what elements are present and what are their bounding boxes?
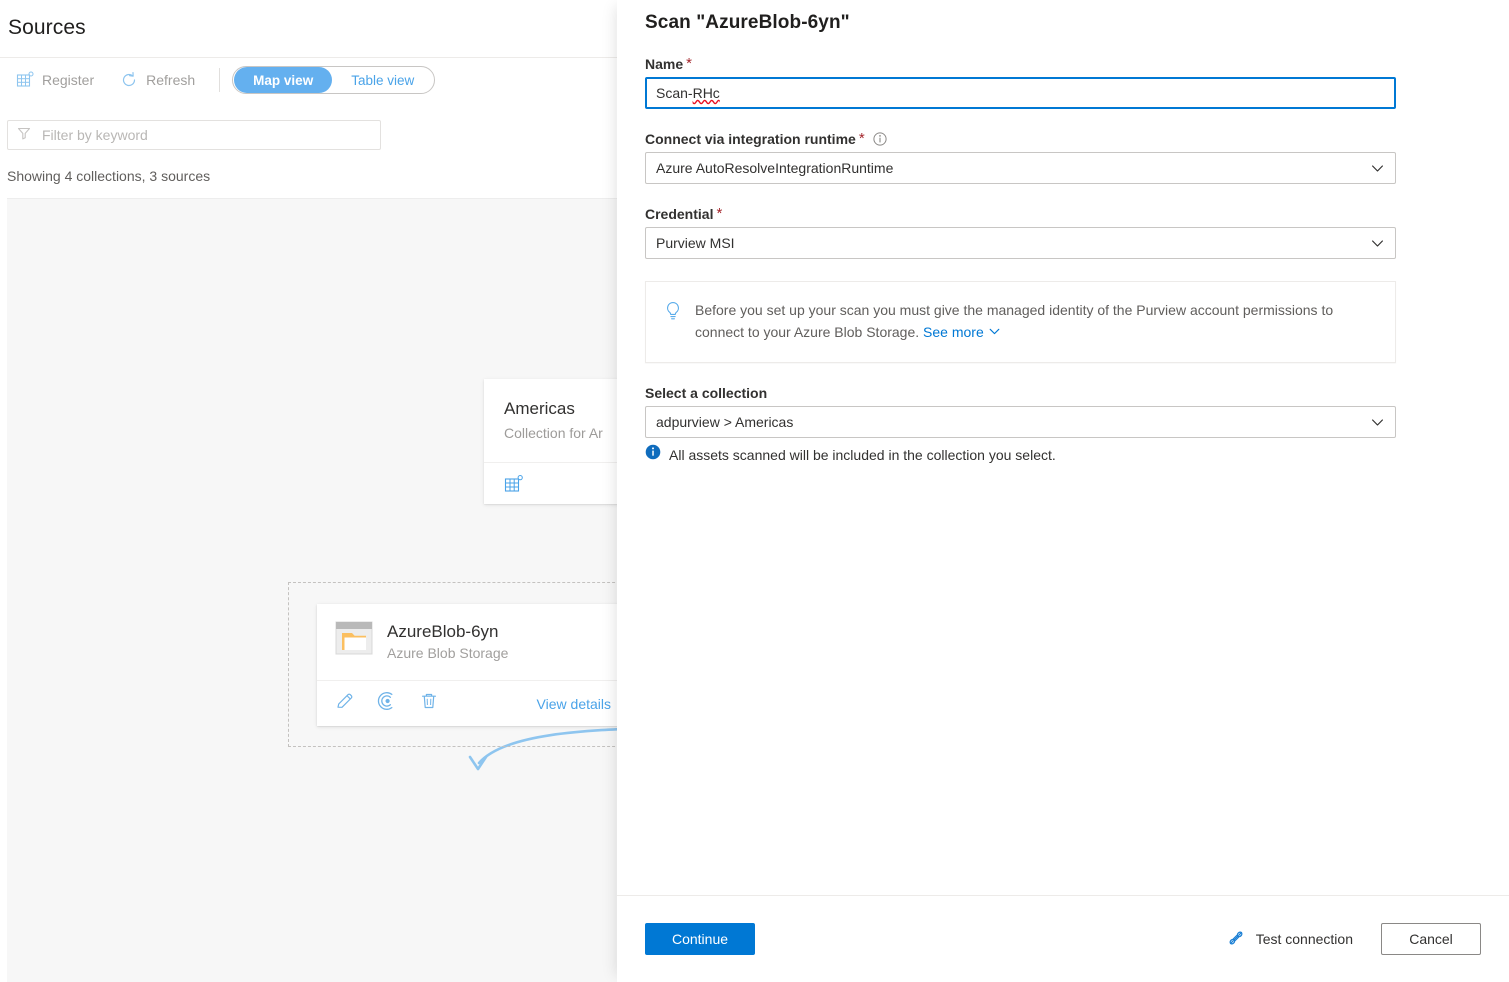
runtime-label-row: Connect via integration runtime * bbox=[645, 131, 1481, 147]
refresh-label: Refresh bbox=[146, 72, 195, 88]
collection-value: adpurview > Americas bbox=[656, 414, 793, 430]
integration-runtime-value: Azure AutoResolveIntegrationRuntime bbox=[656, 160, 893, 176]
scan-panel-footer: Continue Test connect bbox=[617, 895, 1509, 982]
register-label: Register bbox=[42, 72, 94, 88]
new-collection-icon[interactable] bbox=[504, 474, 524, 499]
see-more-label: See more bbox=[923, 324, 984, 340]
sources-page: Sources Register bbox=[0, 0, 660, 982]
plug-connector-icon bbox=[1226, 928, 1246, 951]
continue-button[interactable]: Continue bbox=[645, 923, 755, 955]
filter-box[interactable] bbox=[7, 120, 381, 150]
credential-value: Purview MSI bbox=[656, 235, 735, 251]
source-card-name: AzureBlob-6yn bbox=[387, 620, 508, 643]
source-card-icon-group bbox=[335, 691, 439, 716]
runtime-required-asterisk: * bbox=[859, 133, 865, 145]
source-card-text: AzureBlob-6yn Azure Blob Storage bbox=[387, 620, 508, 661]
tab-table-view[interactable]: Table view bbox=[332, 67, 433, 93]
scan-panel-title: Scan "AzureBlob-6yn" bbox=[645, 12, 1481, 34]
edit-pencil-icon[interactable] bbox=[335, 691, 355, 716]
scan-name-input[interactable]: Scan-RHc bbox=[645, 77, 1396, 109]
info-filled-icon bbox=[645, 444, 661, 465]
map-canvas: Americas Collection for Ar bbox=[7, 198, 660, 982]
credential-required-asterisk: * bbox=[716, 208, 722, 220]
collection-card-actions bbox=[504, 474, 524, 499]
cancel-button[interactable]: Cancel bbox=[1381, 923, 1481, 955]
callout-text: Before you set up your scan you must giv… bbox=[695, 302, 1333, 340]
callout-text-block: Before you set up your scan you must giv… bbox=[695, 299, 1375, 343]
register-button[interactable]: Register bbox=[6, 64, 104, 96]
collection-select[interactable]: adpurview > Americas bbox=[645, 406, 1396, 438]
test-connection-button[interactable]: Test connection bbox=[1220, 927, 1359, 952]
credential-label: Credential bbox=[645, 206, 713, 222]
scan-panel-body: Scan "AzureBlob-6yn" Name * Scan-RHc Con… bbox=[617, 0, 1509, 895]
scan-name-value-suffix: RHc bbox=[693, 85, 720, 101]
name-label-row: Name * bbox=[645, 56, 1481, 72]
filter-container bbox=[7, 120, 381, 150]
footer-right-group: Test connection Cancel bbox=[1220, 923, 1481, 955]
info-circle-icon[interactable] bbox=[873, 132, 887, 146]
sources-toolbar: Register Refresh Map view Table view bbox=[0, 58, 660, 102]
view-toggle: Map view Table view bbox=[232, 66, 435, 94]
source-card-azureblob[interactable]: AzureBlob-6yn Azure Blob Storage bbox=[317, 604, 629, 726]
chevron-down-icon bbox=[988, 325, 1001, 338]
azure-blob-storage-icon bbox=[335, 621, 373, 660]
chevron-down-icon bbox=[1370, 236, 1385, 251]
field-name: Name * Scan-RHc bbox=[645, 56, 1481, 109]
refresh-icon bbox=[120, 71, 138, 89]
collection-label-row: Select a collection bbox=[645, 385, 1481, 401]
register-grid-icon bbox=[16, 71, 34, 89]
runtime-label: Connect via integration runtime bbox=[645, 131, 856, 147]
page-title: Sources bbox=[8, 16, 86, 40]
field-integration-runtime: Connect via integration runtime * Azure … bbox=[645, 131, 1481, 184]
chevron-down-icon bbox=[1370, 161, 1385, 176]
filter-funnel-icon bbox=[17, 126, 31, 145]
status-line: Showing 4 collections, 3 sources bbox=[7, 168, 210, 184]
scan-name-value-prefix: Scan- bbox=[656, 85, 693, 101]
lightbulb-icon bbox=[664, 301, 682, 343]
name-label: Name bbox=[645, 56, 683, 72]
tab-map-view[interactable]: Map view bbox=[234, 67, 332, 93]
credential-label-row: Credential * bbox=[645, 206, 1481, 222]
refresh-button[interactable]: Refresh bbox=[110, 64, 205, 96]
delete-trash-icon[interactable] bbox=[419, 691, 439, 716]
test-connection-label: Test connection bbox=[1256, 931, 1353, 947]
collection-label: Select a collection bbox=[645, 385, 767, 401]
scan-name-value: Scan-RHc bbox=[656, 85, 720, 101]
scan-panel: Scan "AzureBlob-6yn" Name * Scan-RHc Con… bbox=[617, 0, 1509, 982]
source-card-actions: View details bbox=[317, 681, 629, 726]
new-scan-radar-icon[interactable] bbox=[377, 691, 397, 716]
field-credential: Credential * Purview MSI bbox=[645, 206, 1481, 259]
collection-hint-row: All assets scanned will be included in t… bbox=[645, 444, 1481, 465]
credential-select[interactable]: Purview MSI bbox=[645, 227, 1396, 259]
view-details-link[interactable]: View details bbox=[537, 696, 611, 712]
toolbar-separator bbox=[219, 68, 220, 92]
field-collection: Select a collection adpurview > Americas bbox=[645, 385, 1481, 465]
source-card-type: Azure Blob Storage bbox=[387, 645, 508, 661]
chevron-down-icon bbox=[1370, 415, 1385, 430]
name-required-asterisk: * bbox=[686, 58, 692, 70]
integration-runtime-select[interactable]: Azure AutoResolveIntegrationRuntime bbox=[645, 152, 1396, 184]
search-input[interactable] bbox=[40, 126, 371, 144]
source-card-header: AzureBlob-6yn Azure Blob Storage bbox=[317, 604, 629, 661]
permissions-callout: Before you set up your scan you must giv… bbox=[645, 281, 1396, 363]
collection-hint-text: All assets scanned will be included in t… bbox=[669, 447, 1056, 463]
see-more-link[interactable]: See more bbox=[923, 324, 1001, 340]
purview-sources-screen: Sources Register bbox=[0, 0, 1509, 982]
source-group-dashed-boundary: AzureBlob-6yn Azure Blob Storage bbox=[288, 582, 640, 747]
